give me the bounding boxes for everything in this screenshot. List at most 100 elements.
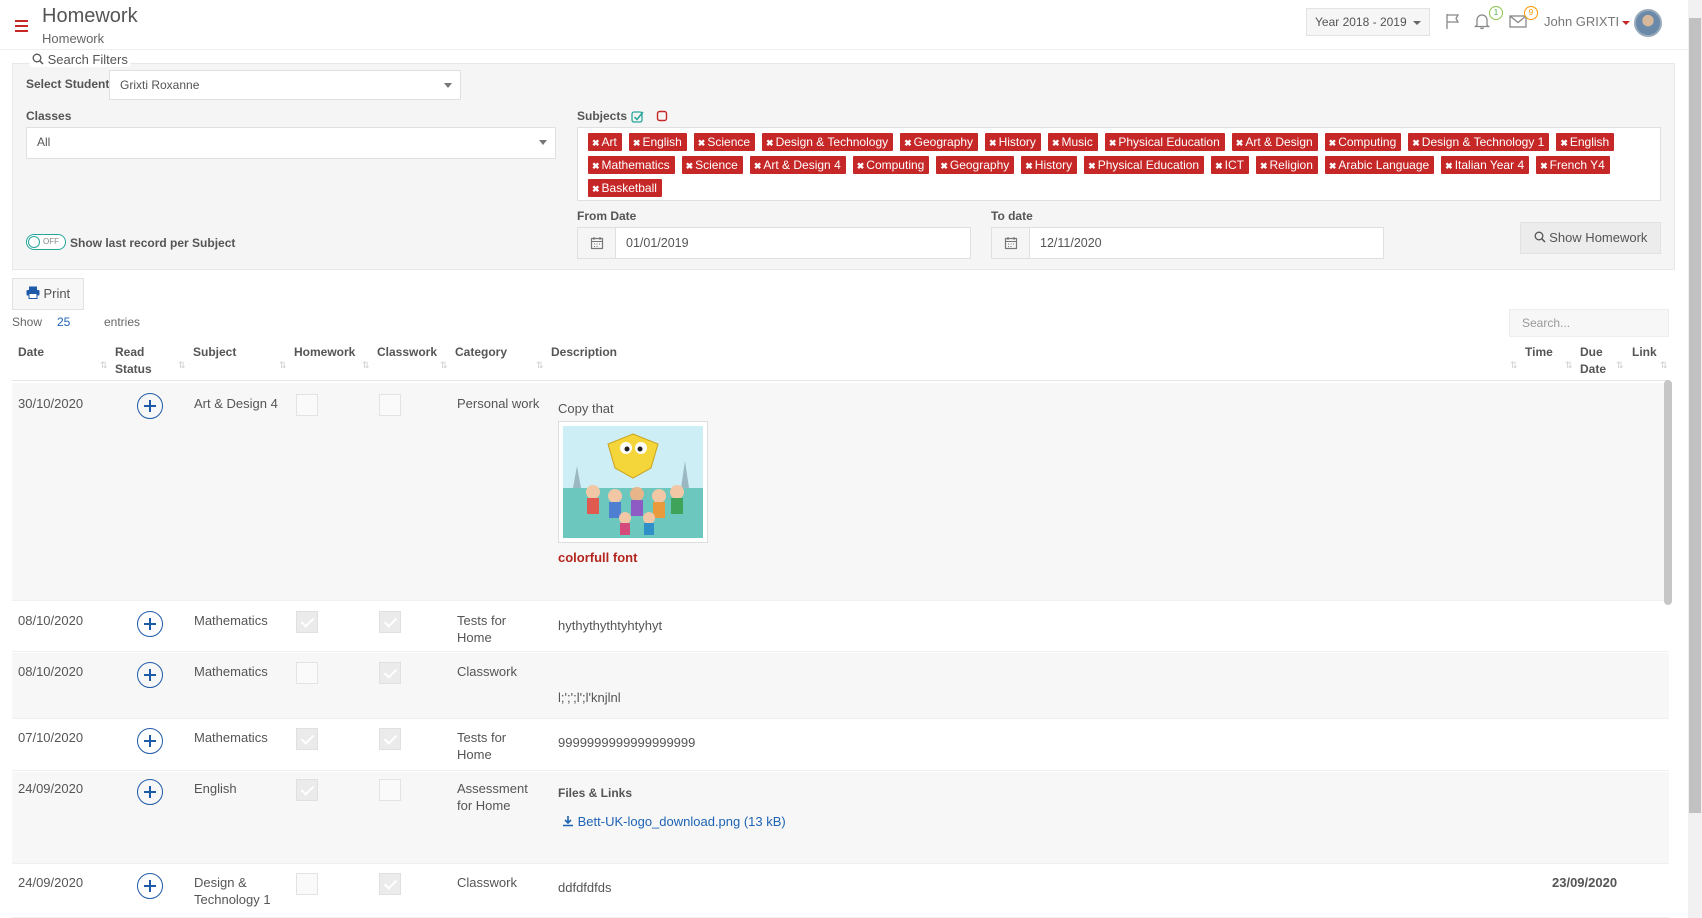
avatar[interactable] (1634, 9, 1662, 37)
col-header-time[interactable]: Time (1525, 344, 1553, 360)
user-name[interactable]: John GRIXTI (1544, 14, 1619, 29)
subject-tag[interactable]: ✖ Art & Design (1231, 133, 1318, 151)
subject-tag[interactable]: ✖ Geography (900, 133, 979, 151)
bell-icon[interactable]: 1 (1473, 6, 1503, 32)
col-header-subject[interactable]: Subject (193, 344, 236, 360)
row-date: 08/10/2020 (18, 664, 84, 679)
add-circle-icon[interactable] (137, 393, 163, 419)
subject-tag[interactable]: ✖ English (1556, 133, 1615, 151)
from-date-field[interactable]: 01/01/2019 (577, 227, 971, 259)
subject-tag[interactable]: ✖ Art (588, 133, 622, 151)
subject-tag[interactable]: ✖ Design & Technology 1 (1408, 133, 1550, 151)
homework-checkbox[interactable] (296, 611, 318, 633)
subject-tag[interactable]: ✖ Physical Education (1084, 156, 1205, 174)
add-circle-icon[interactable] (137, 728, 163, 754)
subject-tag[interactable]: ✖ Physical Education (1104, 133, 1225, 151)
sort-icon[interactable]: ⇅ (279, 360, 287, 371)
col-header-due[interactable]: Due (1580, 344, 1603, 360)
remove-x-icon: ✖ (697, 138, 706, 148)
classwork-checkbox[interactable] (379, 394, 401, 416)
col-header-due-date[interactable]: Date (1580, 361, 1606, 377)
classwork-checkbox[interactable] (379, 662, 401, 684)
entries-select[interactable]: 25 (57, 315, 70, 329)
add-circle-icon[interactable] (137, 662, 163, 688)
to-date-field[interactable]: 12/11/2020 (991, 227, 1384, 259)
show-homework-button[interactable]: Show Homework (1520, 222, 1661, 254)
table-search-input[interactable]: Search... (1509, 309, 1669, 337)
sort-icon[interactable]: ⇅ (1510, 360, 1518, 371)
subject-tag[interactable]: ✖ Arabic Language (1324, 156, 1435, 174)
clear-all-square-icon[interactable] (656, 110, 668, 122)
subject-tag[interactable]: ✖ Science (693, 133, 756, 151)
remove-x-icon: ✖ (856, 161, 865, 171)
table-scrollbar-thumb[interactable] (1664, 380, 1672, 605)
subject-tag[interactable]: ✖ Art & Design 4 (749, 156, 846, 174)
remove-x-icon: ✖ (1328, 161, 1337, 171)
subject-tag[interactable]: ✖ Basketball (588, 179, 662, 197)
subject-tag[interactable]: ✖ History (1021, 156, 1078, 174)
table-row (12, 383, 1669, 601)
subject-tag[interactable]: ✖ Mathematics (588, 156, 675, 174)
last-record-toggle[interactable]: OFF (26, 234, 66, 250)
subject-tag[interactable]: ✖ Science (681, 156, 743, 174)
subject-tag[interactable]: ✖ Music (1047, 133, 1098, 151)
add-circle-icon[interactable] (137, 873, 163, 899)
sort-icon[interactable]: ⇅ (440, 360, 448, 371)
homework-checkbox[interactable] (296, 873, 318, 895)
sort-icon[interactable]: ⇅ (1616, 360, 1624, 371)
message-badge: 9 (1524, 6, 1538, 20)
select-all-check-icon[interactable] (631, 110, 644, 123)
col-header-status[interactable]: Status (115, 361, 152, 377)
subject-tag[interactable]: ✖ Geography (936, 156, 1015, 174)
remove-x-icon: ✖ (940, 161, 948, 171)
subject-tag[interactable]: ✖ Religion (1255, 156, 1318, 174)
homework-checkbox[interactable] (296, 728, 318, 750)
sort-icon[interactable]: ⇅ (362, 360, 370, 371)
sort-icon[interactable]: ⇅ (100, 360, 108, 371)
homework-checkbox[interactable] (296, 662, 318, 684)
subject-tag[interactable]: ✖ French Y4 (1536, 156, 1610, 174)
classwork-checkbox[interactable] (379, 611, 401, 633)
subject-tag[interactable]: ✖ Italian Year 4 (1441, 156, 1530, 174)
classwork-checkbox[interactable] (379, 728, 401, 750)
subject-tag[interactable]: ✖ Computing (852, 156, 930, 174)
row-description: ddfdfdfds (558, 880, 612, 895)
col-header-read[interactable]: Read (115, 344, 144, 360)
homework-checkbox[interactable] (296, 394, 318, 416)
subject-tag[interactable]: ✖ Design & Technology (762, 133, 894, 151)
subject-tag[interactable]: ✖ History (985, 133, 1041, 151)
col-header-link[interactable]: Link (1632, 344, 1657, 360)
row-description: Copy that (558, 401, 614, 416)
subjects-multiselect[interactable]: ✖ Art ✖ English ✖ Science ✖ Design & Technology… (577, 127, 1661, 201)
add-circle-icon[interactable] (137, 779, 163, 805)
classes-dropdown[interactable]: All (26, 127, 556, 159)
row-note: colorfull font (558, 550, 638, 565)
subject-tag[interactable]: ✖ Computing (1324, 133, 1402, 151)
select-student-dropdown[interactable]: Grixti Roxanne (109, 70, 461, 100)
subject-tag[interactable]: ✖ ICT (1211, 156, 1249, 174)
print-button[interactable]: Print (12, 278, 84, 310)
classwork-checkbox[interactable] (379, 873, 401, 895)
homework-checkbox[interactable] (296, 779, 318, 801)
sort-icon[interactable]: ⇅ (536, 360, 544, 371)
add-circle-icon[interactable] (137, 611, 163, 637)
sort-icon[interactable]: ⇅ (178, 360, 186, 371)
subject-tag[interactable]: ✖ English (628, 133, 687, 151)
classwork-checkbox[interactable] (379, 779, 401, 801)
col-header-category[interactable]: Category (455, 344, 507, 360)
col-header-date[interactable]: Date (18, 344, 44, 360)
user-menu-chevron-icon[interactable] (1622, 21, 1630, 25)
menu-icon[interactable] (15, 20, 28, 32)
sort-icon[interactable]: ⇅ (1565, 360, 1573, 371)
remove-x-icon: ✖ (1025, 161, 1033, 171)
envelope-icon[interactable]: 9 (1508, 6, 1538, 32)
col-header-classwork[interactable]: Classwork (377, 344, 437, 360)
sort-icon[interactable]: ⇅ (1660, 360, 1668, 371)
col-header-description[interactable]: Description (551, 344, 617, 360)
year-select[interactable]: Year 2018 - 2019 (1306, 8, 1430, 36)
flag-icon[interactable] (1444, 12, 1464, 32)
page-scrollbar-thumb[interactable] (1689, 18, 1701, 813)
homework-image[interactable] (558, 421, 708, 543)
col-header-homework[interactable]: Homework (294, 344, 355, 360)
file-download-link[interactable]: Bett-UK-logo_download.png (13 kB) (562, 814, 786, 829)
